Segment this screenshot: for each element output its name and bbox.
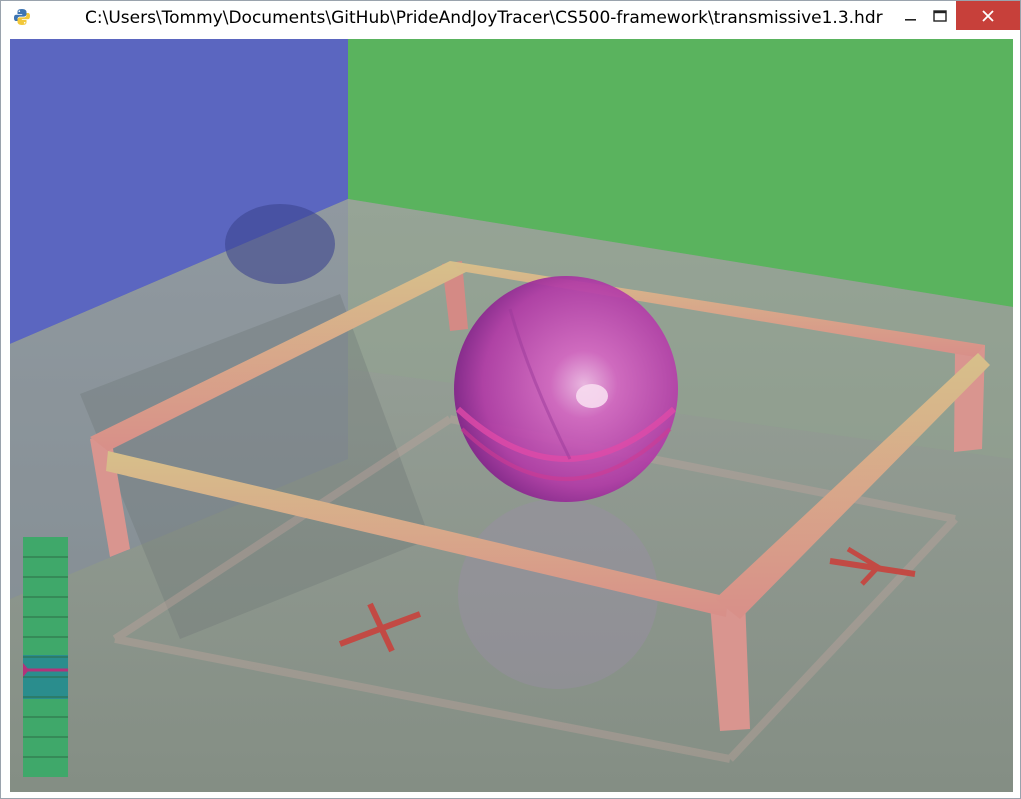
app-window: C:\Users\Tommy\Documents\GitHub\PrideAnd… xyxy=(0,0,1021,799)
sphere-shadow-wall xyxy=(225,204,335,284)
title-bar[interactable]: C:\Users\Tommy\Documents\GitHub\PrideAnd… xyxy=(1,1,1020,32)
close-icon xyxy=(982,9,994,22)
minimize-icon xyxy=(905,18,916,21)
maximize-icon xyxy=(933,9,947,22)
window-title: C:\Users\Tommy\Documents\GitHub\PrideAnd… xyxy=(85,8,883,28)
close-button[interactable] xyxy=(956,1,1020,30)
color-legend xyxy=(23,537,68,777)
render-viewport[interactable] xyxy=(10,39,1013,792)
sphere-reflection xyxy=(458,499,658,689)
transmissive-sphere xyxy=(454,276,678,502)
rendered-scene xyxy=(10,39,1013,792)
python-icon xyxy=(13,8,31,26)
